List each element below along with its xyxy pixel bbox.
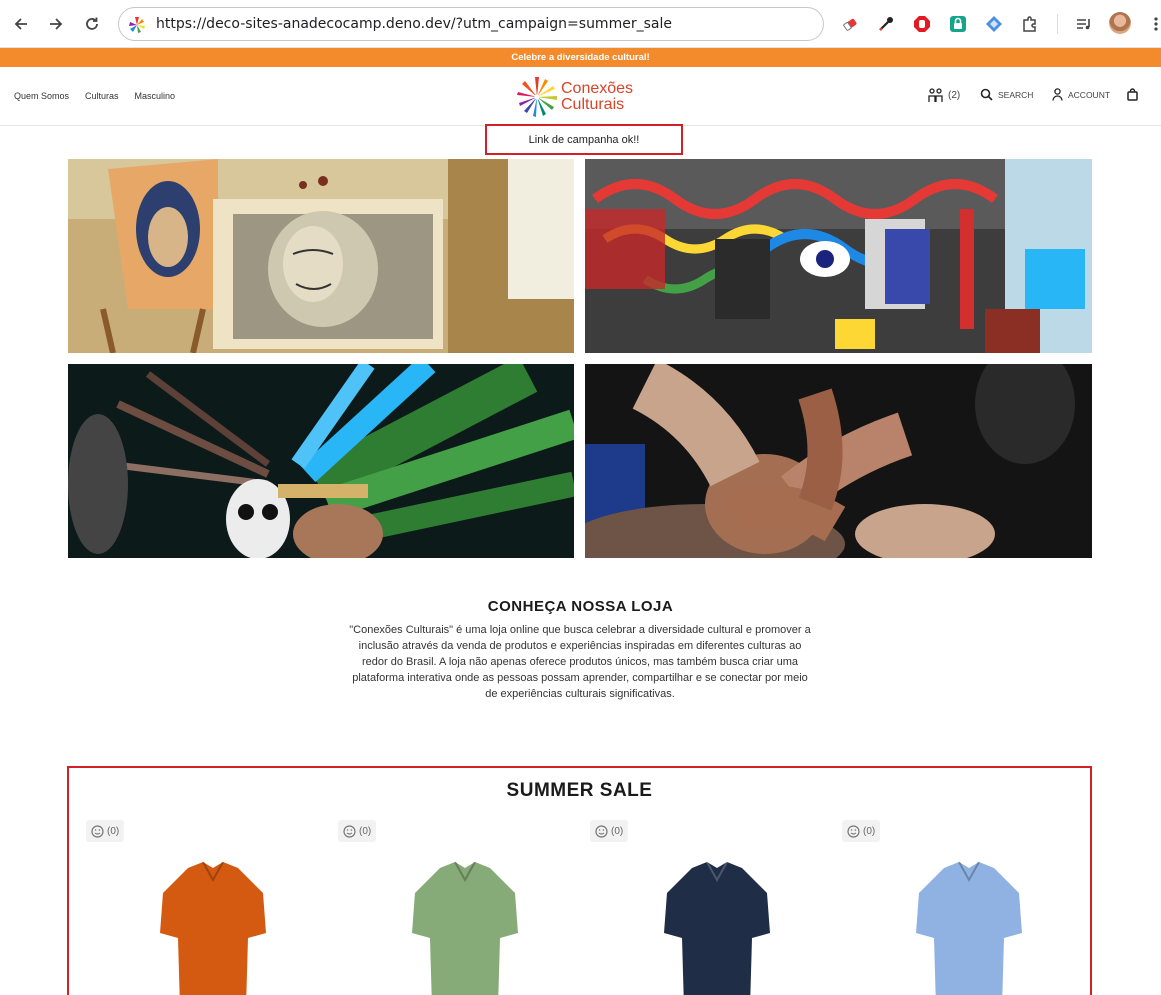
review-badge[interactable]: (0) bbox=[842, 820, 881, 842]
product-card[interactable]: (0) bbox=[86, 820, 326, 995]
review-badge[interactable]: (0) bbox=[338, 820, 377, 842]
review-badge[interactable]: (0) bbox=[86, 820, 125, 842]
polo-shirt-image bbox=[160, 861, 266, 995]
reload-icon[interactable] bbox=[80, 12, 104, 36]
password-manager-extension-icon[interactable] bbox=[947, 13, 969, 35]
browser-menu-icon[interactable] bbox=[1145, 13, 1161, 35]
smiley-icon bbox=[343, 824, 356, 838]
about-description: "Conexões Culturais" é uma loja online q… bbox=[349, 624, 811, 700]
adblock-extension-icon[interactable] bbox=[911, 13, 933, 35]
about-title: CONHEÇA NOSSA LOJA bbox=[487, 598, 674, 615]
toolbar-divider bbox=[1057, 14, 1058, 34]
polo-shirt-image bbox=[664, 861, 770, 995]
graffiti-studio-image bbox=[585, 159, 1092, 353]
feather-headdress-image bbox=[68, 364, 574, 558]
site-header: Quem Somos Culturas Masculino Conexões C… bbox=[0, 67, 1161, 126]
compare-button[interactable]: (2) bbox=[928, 88, 960, 103]
product-card[interactable]: (0) bbox=[590, 820, 830, 995]
shopping-bag-icon bbox=[1127, 88, 1138, 101]
browser-toolbar: https://deco-sites-anadecocamp.deno.dev/… bbox=[0, 0, 1161, 48]
promo-bar: Celebre a diversidade cultural! bbox=[0, 48, 1161, 67]
review-badge[interactable]: (0) bbox=[590, 820, 629, 842]
media-queue-icon[interactable] bbox=[1073, 13, 1095, 35]
extensions-puzzle-icon[interactable] bbox=[1019, 13, 1041, 35]
smiley-icon bbox=[91, 824, 104, 838]
menu-item-culturas[interactable]: Culturas bbox=[85, 91, 119, 101]
promo-text: Celebre a diversidade cultural! bbox=[511, 52, 650, 63]
user-icon bbox=[1052, 88, 1063, 101]
forward-arrow-icon[interactable] bbox=[44, 12, 68, 36]
compare-count: (2) bbox=[948, 90, 961, 101]
address-bar[interactable]: https://deco-sites-anadecocamp.deno.dev/… bbox=[118, 7, 824, 41]
campaign-notice-box: Link de campanha ok!! bbox=[485, 124, 683, 155]
url-text[interactable]: https://deco-sites-anadecocamp.deno.dev/… bbox=[156, 16, 672, 32]
account-label: ACCOUNT bbox=[1068, 89, 1111, 100]
logo-line-1: Conexões bbox=[561, 80, 634, 97]
back-arrow-icon[interactable] bbox=[9, 12, 33, 36]
gallery-image-paintings[interactable] bbox=[68, 159, 574, 353]
gallery-image-graffiti[interactable] bbox=[585, 159, 1092, 353]
logo-wordmark: Conexões Culturais bbox=[561, 81, 633, 113]
sale-title: SUMMER SALE bbox=[506, 780, 653, 801]
site-favicon-icon bbox=[129, 17, 145, 33]
eraser-extension-icon[interactable] bbox=[839, 13, 861, 35]
summer-sale-section: SUMMER SALE (0) (0) (0) (0) bbox=[67, 766, 1092, 995]
product-card[interactable]: (0) bbox=[338, 820, 578, 995]
review-count: (0) bbox=[611, 825, 624, 837]
clay-pottery-hands-image bbox=[585, 364, 1092, 558]
polo-shirt-image bbox=[916, 861, 1022, 995]
color-picker-extension-icon[interactable] bbox=[875, 13, 897, 35]
deco-extension-icon[interactable] bbox=[983, 13, 1005, 35]
gallery-image-feathers[interactable] bbox=[68, 364, 574, 558]
search-icon bbox=[980, 88, 993, 101]
profile-avatar[interactable] bbox=[1109, 12, 1131, 34]
account-button[interactable]: ACCOUNT bbox=[1052, 88, 1110, 101]
polo-shirt-image bbox=[412, 861, 518, 995]
product-card[interactable]: (0) bbox=[842, 820, 1082, 995]
campaign-notice-text: Link de campanha ok!! bbox=[528, 133, 640, 146]
logo-line-2: Culturais bbox=[561, 96, 625, 113]
portrait-paintings-image bbox=[68, 159, 574, 353]
people-icon bbox=[928, 88, 943, 102]
gallery-image-pottery[interactable] bbox=[585, 364, 1092, 558]
menu-item-quem-somos[interactable]: Quem Somos bbox=[14, 91, 69, 101]
menu-item-masculino[interactable]: Masculino bbox=[135, 91, 176, 101]
smiley-icon bbox=[595, 824, 608, 838]
site-logo[interactable]: Conexões Culturais bbox=[515, 73, 650, 119]
review-count: (0) bbox=[359, 825, 372, 837]
review-count: (0) bbox=[107, 825, 120, 837]
main-menu: Quem Somos Culturas Masculino bbox=[14, 91, 175, 101]
review-count: (0) bbox=[863, 825, 876, 837]
smiley-icon bbox=[847, 824, 860, 838]
search-label: SEARCH bbox=[998, 89, 1034, 100]
logo-starburst-icon bbox=[517, 77, 557, 117]
search-button[interactable]: SEARCH bbox=[980, 88, 1033, 101]
cart-button[interactable] bbox=[1127, 88, 1138, 101]
